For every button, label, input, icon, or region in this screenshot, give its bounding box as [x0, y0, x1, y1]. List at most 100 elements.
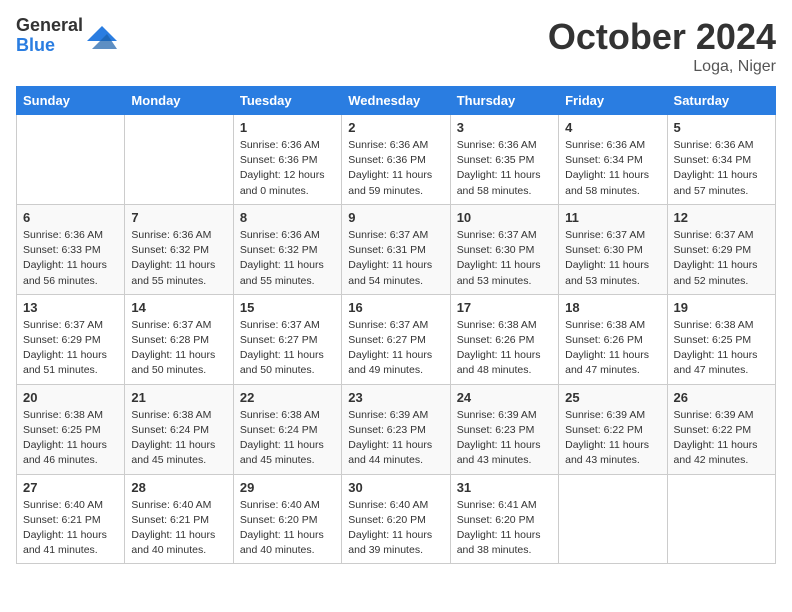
calendar-cell: 3 Sunrise: 6:36 AM Sunset: 6:35 PM Daylig…: [450, 115, 558, 205]
day-number: 29: [240, 480, 335, 495]
calendar-cell: 10 Sunrise: 6:37 AM Sunset: 6:30 PM Dayli…: [450, 204, 558, 294]
calendar-cell: 21 Sunrise: 6:38 AM Sunset: 6:24 PM Dayli…: [125, 384, 233, 474]
calendar-week-row: 27 Sunrise: 6:40 AM Sunset: 6:21 PM Dayli…: [17, 474, 776, 564]
column-header-saturday: Saturday: [667, 87, 775, 115]
day-detail: Sunrise: 6:36 AM Sunset: 6:33 PM Dayligh…: [23, 228, 118, 289]
calendar-cell: 9Sunrise: 6:37 AM Sunset: 6:31 PM Daylig…: [342, 204, 450, 294]
day-detail: Sunrise: 6:38 AM Sunset: 6:24 PM Dayligh…: [240, 408, 335, 469]
calendar-cell: 6 Sunrise: 6:36 AM Sunset: 6:33 PM Daylig…: [17, 204, 125, 294]
calendar-week-row: 20 Sunrise: 6:38 AM Sunset: 6:25 PM Dayli…: [17, 384, 776, 474]
day-number: 9: [348, 210, 443, 225]
day-detail: Sunrise: 6:36 AM Sunset: 6:36 PM Dayligh…: [240, 138, 335, 199]
day-number: 30: [348, 480, 443, 495]
day-detail: Sunrise: 6:38 AM Sunset: 6:25 PM Dayligh…: [674, 318, 769, 379]
calendar-cell: 17 Sunrise: 6:38 AM Sunset: 6:26 PM Dayli…: [450, 294, 558, 384]
logo-icon: [87, 21, 117, 51]
day-number: 17: [457, 300, 552, 315]
day-detail: Sunrise: 6:38 AM Sunset: 6:24 PM Dayligh…: [131, 408, 226, 469]
column-header-monday: Monday: [125, 87, 233, 115]
calendar-week-row: 6 Sunrise: 6:36 AM Sunset: 6:33 PM Daylig…: [17, 204, 776, 294]
calendar-cell: 4Sunrise: 6:36 AM Sunset: 6:34 PM Daylig…: [559, 115, 667, 205]
calendar-cell: 7Sunrise: 6:36 AM Sunset: 6:32 PM Daylig…: [125, 204, 233, 294]
location: Loga, Niger: [548, 58, 776, 76]
day-detail: Sunrise: 6:36 AM Sunset: 6:32 PM Dayligh…: [240, 228, 335, 289]
day-number: 28: [131, 480, 226, 495]
title-area: October 2024 Loga, Niger: [548, 16, 776, 76]
day-detail: Sunrise: 6:37 AM Sunset: 6:27 PM Dayligh…: [348, 318, 443, 379]
calendar-header-row: SundayMondayTuesdayWednesdayThursdayFrid…: [17, 87, 776, 115]
day-detail: Sunrise: 6:37 AM Sunset: 6:28 PM Dayligh…: [131, 318, 226, 379]
logo-general: General: [16, 16, 83, 36]
calendar-cell: [17, 115, 125, 205]
day-number: 24: [457, 390, 552, 405]
day-detail: Sunrise: 6:36 AM Sunset: 6:36 PM Dayligh…: [348, 138, 443, 199]
day-number: 23: [348, 390, 443, 405]
day-number: 10: [457, 210, 552, 225]
day-number: 20: [23, 390, 118, 405]
calendar-cell: 19 Sunrise: 6:38 AM Sunset: 6:25 PM Dayli…: [667, 294, 775, 384]
day-number: 21: [131, 390, 226, 405]
day-number: 2: [348, 120, 443, 135]
logo-text: General Blue: [16, 16, 83, 56]
calendar-cell: 23 Sunrise: 6:39 AM Sunset: 6:23 PM Dayli…: [342, 384, 450, 474]
month-title: October 2024: [548, 16, 776, 58]
logo: General Blue: [16, 16, 117, 56]
calendar-cell: 8 Sunrise: 6:36 AM Sunset: 6:32 PM Daylig…: [233, 204, 341, 294]
day-number: 1: [240, 120, 335, 135]
day-detail: Sunrise: 6:40 AM Sunset: 6:20 PM Dayligh…: [348, 498, 443, 559]
calendar-cell: 11Sunrise: 6:37 AM Sunset: 6:30 PM Dayli…: [559, 204, 667, 294]
calendar-cell: 5 Sunrise: 6:36 AM Sunset: 6:34 PM Daylig…: [667, 115, 775, 205]
day-number: 4: [565, 120, 660, 135]
day-detail: Sunrise: 6:36 AM Sunset: 6:34 PM Dayligh…: [674, 138, 769, 199]
day-detail: Sunrise: 6:37 AM Sunset: 6:29 PM Dayligh…: [23, 318, 118, 379]
day-number: 13: [23, 300, 118, 315]
column-header-wednesday: Wednesday: [342, 87, 450, 115]
day-number: 18: [565, 300, 660, 315]
day-number: 12: [674, 210, 769, 225]
day-detail: Sunrise: 6:39 AM Sunset: 6:23 PM Dayligh…: [348, 408, 443, 469]
day-number: 22: [240, 390, 335, 405]
logo-blue: Blue: [16, 36, 83, 56]
day-detail: Sunrise: 6:38 AM Sunset: 6:26 PM Dayligh…: [565, 318, 660, 379]
day-detail: Sunrise: 6:41 AM Sunset: 6:20 PM Dayligh…: [457, 498, 552, 559]
calendar-cell: 14 Sunrise: 6:37 AM Sunset: 6:28 PM Dayli…: [125, 294, 233, 384]
calendar-week-row: 1 Sunrise: 6:36 AM Sunset: 6:36 PM Daylig…: [17, 115, 776, 205]
day-detail: Sunrise: 6:40 AM Sunset: 6:20 PM Dayligh…: [240, 498, 335, 559]
calendar-week-row: 13 Sunrise: 6:37 AM Sunset: 6:29 PM Dayli…: [17, 294, 776, 384]
calendar-cell: 13 Sunrise: 6:37 AM Sunset: 6:29 PM Dayli…: [17, 294, 125, 384]
day-detail: Sunrise: 6:37 AM Sunset: 6:29 PM Dayligh…: [674, 228, 769, 289]
day-number: 26: [674, 390, 769, 405]
day-number: 5: [674, 120, 769, 135]
page-header: General Blue October 2024 Loga, Niger: [16, 16, 776, 76]
day-detail: Sunrise: 6:38 AM Sunset: 6:25 PM Dayligh…: [23, 408, 118, 469]
calendar-cell: 26 Sunrise: 6:39 AM Sunset: 6:22 PM Dayli…: [667, 384, 775, 474]
day-number: 19: [674, 300, 769, 315]
day-detail: Sunrise: 6:39 AM Sunset: 6:22 PM Dayligh…: [674, 408, 769, 469]
calendar-cell: 12 Sunrise: 6:37 AM Sunset: 6:29 PM Dayli…: [667, 204, 775, 294]
day-detail: Sunrise: 6:40 AM Sunset: 6:21 PM Dayligh…: [23, 498, 118, 559]
column-header-sunday: Sunday: [17, 87, 125, 115]
day-number: 3: [457, 120, 552, 135]
day-detail: Sunrise: 6:40 AM Sunset: 6:21 PM Dayligh…: [131, 498, 226, 559]
calendar-cell: 16 Sunrise: 6:37 AM Sunset: 6:27 PM Dayli…: [342, 294, 450, 384]
day-number: 25: [565, 390, 660, 405]
calendar-cell: 1 Sunrise: 6:36 AM Sunset: 6:36 PM Daylig…: [233, 115, 341, 205]
day-number: 27: [23, 480, 118, 495]
day-detail: Sunrise: 6:37 AM Sunset: 6:30 PM Dayligh…: [457, 228, 552, 289]
day-detail: Sunrise: 6:36 AM Sunset: 6:32 PM Dayligh…: [131, 228, 226, 289]
day-number: 14: [131, 300, 226, 315]
day-number: 6: [23, 210, 118, 225]
day-detail: Sunrise: 6:36 AM Sunset: 6:35 PM Dayligh…: [457, 138, 552, 199]
day-number: 16: [348, 300, 443, 315]
calendar-cell: 27 Sunrise: 6:40 AM Sunset: 6:21 PM Dayli…: [17, 474, 125, 564]
calendar-cell: 20 Sunrise: 6:38 AM Sunset: 6:25 PM Dayli…: [17, 384, 125, 474]
calendar-cell: [125, 115, 233, 205]
calendar-cell: 28 Sunrise: 6:40 AM Sunset: 6:21 PM Dayli…: [125, 474, 233, 564]
calendar-cell: 31Sunrise: 6:41 AM Sunset: 6:20 PM Dayli…: [450, 474, 558, 564]
day-detail: Sunrise: 6:39 AM Sunset: 6:23 PM Dayligh…: [457, 408, 552, 469]
calendar-cell: 2 Sunrise: 6:36 AM Sunset: 6:36 PM Daylig…: [342, 115, 450, 205]
calendar-table: SundayMondayTuesdayWednesdayThursdayFrid…: [16, 86, 776, 564]
calendar-cell: 15Sunrise: 6:37 AM Sunset: 6:27 PM Dayli…: [233, 294, 341, 384]
day-number: 8: [240, 210, 335, 225]
day-detail: Sunrise: 6:38 AM Sunset: 6:26 PM Dayligh…: [457, 318, 552, 379]
